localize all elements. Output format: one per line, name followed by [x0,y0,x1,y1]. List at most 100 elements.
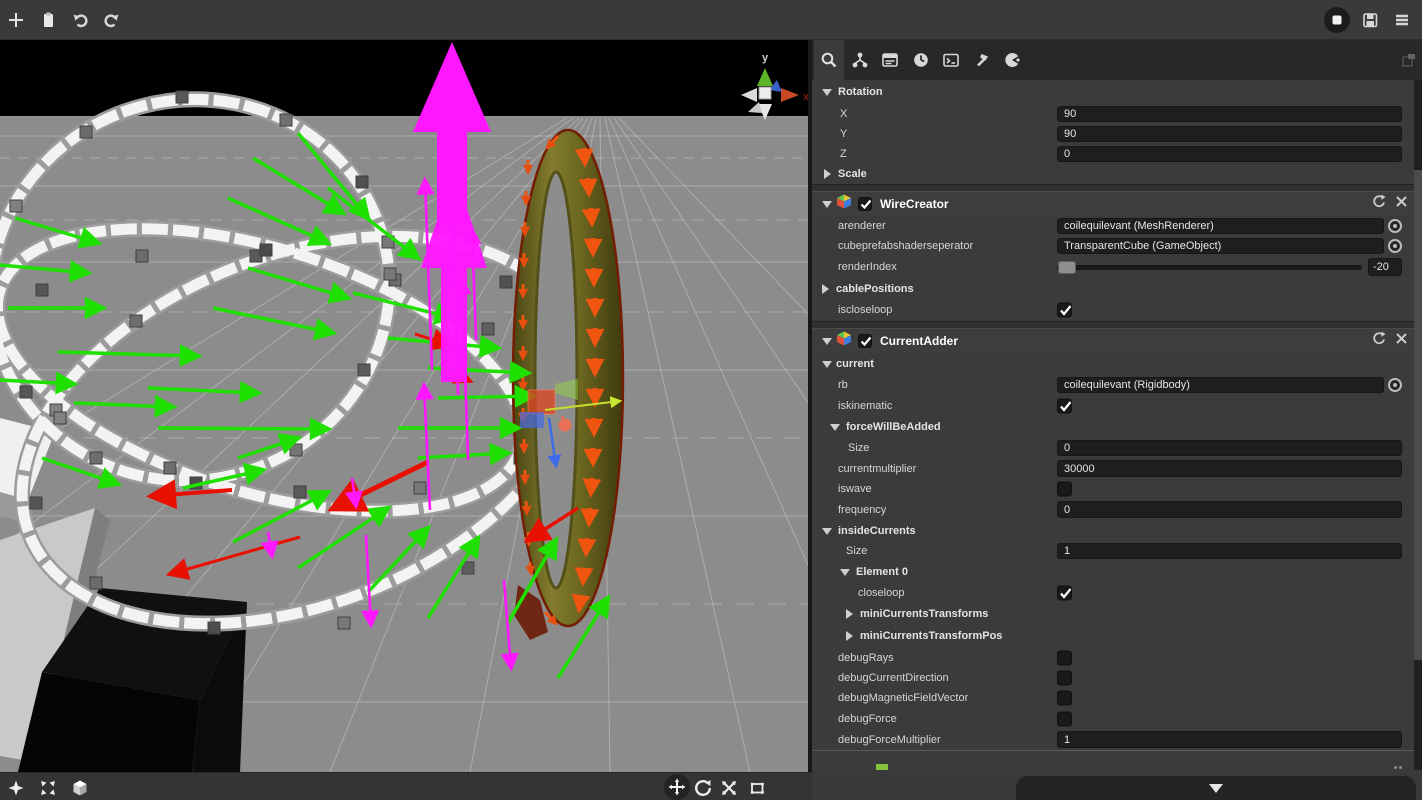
stop-record-button[interactable] [1323,6,1351,34]
undo-icon[interactable] [66,6,94,34]
foldout-rotation[interactable]: Rotation [812,80,1422,104]
row-iswave: iswave [812,479,1422,499]
inspector-tab-bar [812,40,1422,80]
tab-console-icon[interactable] [936,40,966,80]
component-enabled-checkbox[interactable] [858,197,872,211]
inspector-panel: Rotation X 90 Y 90 Z 0 Scale WireCreator [812,40,1422,800]
cube-icon[interactable] [68,776,92,800]
iswave-checkbox[interactable] [1057,482,1072,497]
foldout-closed-icon [846,609,853,619]
foldout-open-icon [830,424,840,431]
row-iskinematic: iskinematic [812,395,1422,416]
inside-size-input[interactable]: 1 [1057,543,1402,559]
debugcurrentdirection-checkbox[interactable] [1057,671,1072,686]
top-toolbar [0,0,1422,40]
foldout-minitransforms[interactable]: miniCurrentsTransforms [812,603,1422,625]
foldout-open-icon [822,89,832,96]
object-picker-icon[interactable] [1388,378,1402,392]
expand-arrows-icon[interactable] [36,776,60,800]
section-separator [812,321,1422,329]
foldout-cablepositions[interactable]: cablePositions [812,278,1422,299]
foldout-open-icon [840,569,850,576]
foldout-open-icon[interactable] [822,338,832,345]
inspector-bottom-bar [812,770,1422,800]
debugforcemultiplier-input[interactable]: 1 [1057,731,1402,748]
rotation-x-input[interactable]: 90 [1057,106,1402,122]
inspector-scrollbar[interactable] [1414,80,1422,770]
foldout-insidecurrents[interactable]: insideCurrents [812,520,1422,541]
scale-tool[interactable] [717,776,741,800]
arenderer-object-field[interactable]: coilequilevant (MeshRenderer) [1057,218,1384,234]
tab-hierarchy-icon[interactable] [845,40,875,80]
renderindex-slider[interactable] [1057,265,1362,270]
currentmultiplier-input[interactable]: 30000 [1057,460,1402,477]
rect-tool[interactable] [745,776,769,800]
object-picker-icon[interactable] [1388,239,1402,253]
renderindex-value[interactable]: -20 [1368,258,1402,276]
foldout-open-icon [822,528,832,535]
rotation-y-input[interactable]: 90 [1057,126,1402,142]
dropdown-arrow-icon [1209,784,1223,793]
close-icon[interactable] [1395,195,1408,213]
row-debugforce: debugForce [812,708,1422,729]
scene-viewport[interactable]: y x [0,40,812,772]
foldout-forcewillbeadded[interactable]: forceWillBeAdded [812,416,1422,438]
row-renderindex: renderIndex -20 [812,256,1422,278]
ellipsis-dots [1394,766,1404,769]
rb-object-field[interactable]: coilequilevant (Rigidbody) [1057,377,1384,393]
debugforce-checkbox[interactable] [1057,711,1072,726]
row-debugmagneticfieldvector: debugMagneticFieldVector [812,688,1422,708]
row-inside-size: Size 1 [812,541,1422,561]
partial-component-row[interactable] [812,750,1422,770]
redo-icon[interactable] [98,6,126,34]
row-currentmultiplier: currentmultiplier 30000 [812,458,1422,479]
row-frequency: frequency 0 [812,499,1422,520]
object-picker-icon[interactable] [1388,219,1402,233]
component-header-wirecreator[interactable]: WireCreator [812,192,1422,216]
tab-pacman-icon[interactable] [997,40,1027,80]
tab-search-icon[interactable] [814,40,844,80]
frequency-input[interactable]: 0 [1057,501,1402,518]
scrollbar-thumb[interactable] [1414,170,1422,660]
foldout-current[interactable]: current [812,353,1422,375]
bottom-toolbar [0,772,812,800]
rotation-z-input[interactable]: 0 [1057,146,1402,162]
foldout-closed-icon [846,631,853,641]
debugrays-checkbox[interactable] [1057,650,1072,665]
pivot-star-icon[interactable] [4,776,28,800]
clipboard-icon[interactable] [34,6,62,34]
row-rotation-y: Y 90 [812,124,1422,144]
foldout-element0[interactable]: Element 0 [812,561,1422,582]
foldout-minitransformpos[interactable]: miniCurrentsTransformPos [812,625,1422,647]
refresh-icon[interactable] [1371,194,1386,214]
add-icon[interactable] [2,6,30,34]
close-icon[interactable] [1395,332,1408,350]
row-rb: rb coilequilevant (Rigidbody) [812,375,1422,395]
component-header-currentadder[interactable]: CurrentAdder [812,329,1422,353]
component-enabled-checkbox[interactable] [858,334,872,348]
debugmagneticfieldvector-checkbox[interactable] [1057,691,1072,706]
move-tool[interactable] [664,774,690,800]
closeloop-checkbox[interactable] [1057,585,1072,600]
row-arenderer: arenderer coilequilevant (MeshRenderer) [812,216,1422,236]
refresh-icon[interactable] [1371,331,1386,351]
cubeprefab-object-field[interactable]: TransparentCube (GameObject) [1057,238,1384,254]
tab-hammer-icon[interactable] [967,40,997,80]
rotate-tool[interactable] [691,776,715,800]
foldout-scale[interactable]: Scale [812,164,1422,184]
component-cube-icon [836,194,852,215]
row-debugrays: debugRays [812,647,1422,668]
iscloseloop-checkbox[interactable] [1057,303,1072,318]
row-force-size: Size 0 [812,438,1422,458]
tab-clock-icon[interactable] [906,40,936,80]
iskinematic-checkbox[interactable] [1057,398,1072,413]
tab-panel-list-icon[interactable] [875,40,905,80]
menu-icon[interactable] [1388,6,1416,34]
popout-icon[interactable] [1402,53,1416,67]
scene-3d[interactable]: y x [0,40,812,772]
force-size-input[interactable]: 0 [1057,440,1402,456]
foldout-open-icon[interactable] [822,201,832,208]
component-dropdown-button[interactable] [1016,776,1416,800]
save-icon[interactable] [1356,6,1384,34]
slider-handle[interactable] [1058,261,1076,274]
